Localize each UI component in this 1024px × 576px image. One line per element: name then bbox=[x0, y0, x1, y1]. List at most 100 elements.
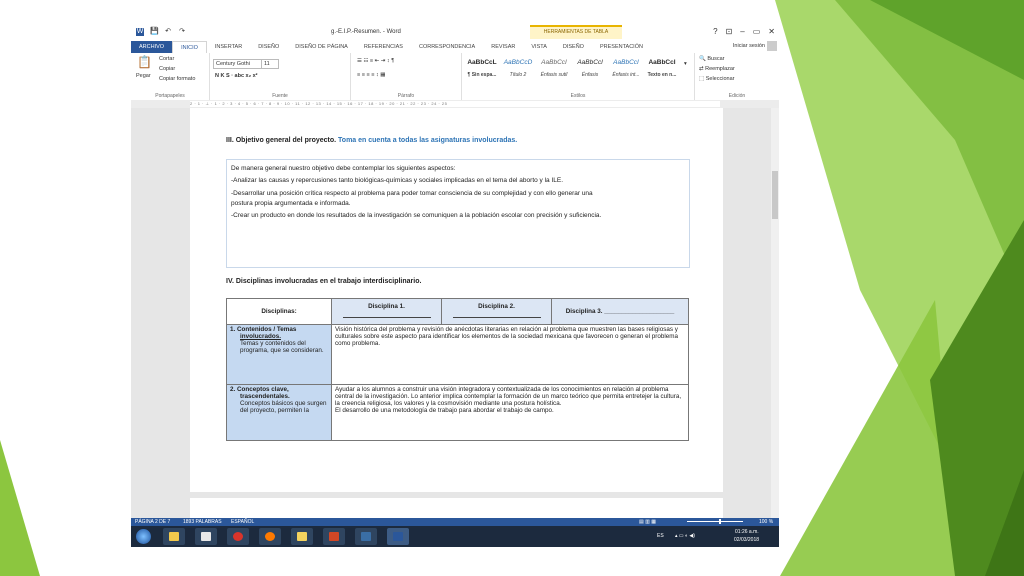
zoom-slider-knob[interactable] bbox=[719, 519, 721, 524]
taskbar-firefox-icon[interactable] bbox=[259, 528, 281, 545]
tray-date[interactable]: 02/03/2018 bbox=[734, 537, 759, 543]
tray-icons[interactable]: ▴ ▭ ◐ ◀) bbox=[675, 533, 695, 539]
page-count[interactable]: PÁGINA 2 DE 7 bbox=[135, 518, 170, 526]
tab-diseno[interactable]: DISEÑO bbox=[250, 41, 287, 53]
style-titulo-2[interactable]: AaBbCcD Título 2 bbox=[500, 59, 536, 81]
taskbar-word-icon[interactable] bbox=[387, 528, 409, 545]
tab-presentacion[interactable]: PRESENTACIÓN bbox=[592, 41, 651, 53]
table-header-cell[interactable]: Disciplina 1. bbox=[331, 298, 442, 325]
help-icon[interactable]: ? bbox=[713, 27, 717, 36]
paragraph-group: ☰ ☷ ≡ ⇤ ⇥ ↕ ¶ ≡ ≡ ≡ ≡ ↕ ▦ Párrafo bbox=[351, 53, 462, 100]
tray-time[interactable]: 01:26 a.m. bbox=[735, 529, 759, 535]
scrollbar-thumb[interactable] bbox=[772, 171, 778, 219]
avatar[interactable] bbox=[767, 41, 777, 51]
taskbar-chrome-icon[interactable] bbox=[227, 528, 249, 545]
undo-icon[interactable]: ↶ bbox=[164, 28, 172, 36]
status-bar: PÁGINA 2 DE 7 1893 PALABRAS ESPAÑOL ▤ ▥ … bbox=[131, 518, 779, 526]
paragraph-label: Párrafo bbox=[397, 93, 415, 99]
zoom-slider[interactable] bbox=[687, 521, 743, 522]
taskbar-window-icon[interactable] bbox=[355, 528, 377, 545]
objective-text-box[interactable]: De manera general nuestro objetivo debe … bbox=[226, 159, 690, 268]
list-icons[interactable]: ☰ ☷ ≡ ⇤ ⇥ ↕ ¶ bbox=[357, 58, 394, 64]
vertical-scrollbar[interactable] bbox=[771, 108, 779, 518]
tab-referencias[interactable]: REFERENCIAS bbox=[356, 41, 411, 53]
signin-link[interactable]: Iniciar sesión bbox=[733, 43, 765, 49]
tab-insertar[interactable]: INSERTAR bbox=[207, 41, 250, 53]
styles-label: Estilos bbox=[570, 93, 586, 99]
clipboard-group: 📋 Pegar Cortar Copiar Copiar formato Por… bbox=[131, 53, 210, 100]
style-enfasis[interactable]: AaBbCcl Énfasis bbox=[572, 59, 608, 81]
horizontal-ruler[interactable]: 2 · 1 · ⊥ · 1 · 2 · 3 · 4 · 5 · 6 · 7 · … bbox=[131, 100, 779, 108]
taskbar-icon-glyph bbox=[361, 532, 371, 541]
zoom-level[interactable]: 100 % bbox=[759, 518, 773, 526]
table-header-row: Disciplinas: Disciplina 1. Disciplina 2.… bbox=[226, 298, 689, 325]
tab-diseno-tabla[interactable]: DISEÑO bbox=[555, 41, 592, 53]
font-group: Century Gothi 11 N K S · abc x₂ x² Fuent… bbox=[210, 53, 351, 100]
style-sin-espaciado[interactable]: AaBbCcL ¶ Sin espa... bbox=[464, 59, 500, 81]
next-page-top[interactable] bbox=[190, 498, 723, 518]
select-button[interactable]: ⬚ Seleccionar bbox=[699, 76, 734, 82]
table-cell[interactable]: Ayudar a los alumnos a construir una vis… bbox=[331, 384, 689, 441]
ruler-scale: 2 · 1 · ⊥ · 1 · 2 · 3 · 4 · 5 · 6 · 7 · … bbox=[190, 101, 720, 107]
section-3-hint: Toma en cuenta a todas las asignaturas i… bbox=[338, 137, 518, 144]
table-row-header[interactable]: 2. Conceptos clave, trascendentales. Con… bbox=[226, 384, 332, 441]
taskbar-icon-glyph bbox=[169, 532, 179, 541]
tab-inicio[interactable]: INICIO bbox=[172, 41, 207, 53]
word-count[interactable]: 1893 PALABRAS bbox=[183, 518, 222, 526]
taskbar-explorer-icon[interactable] bbox=[163, 528, 185, 545]
table-tools-label: HERRAMIENTAS DE TABLA bbox=[530, 25, 622, 39]
taskbar-powerpoint-icon[interactable] bbox=[323, 528, 345, 545]
table-header-cell[interactable]: Disciplinas: bbox=[226, 298, 332, 325]
disciplines-table: Disciplinas: Disciplina 1. Disciplina 2.… bbox=[226, 298, 689, 441]
objective-line: -Crear un producto en donde los resultad… bbox=[231, 212, 602, 219]
style-texto-negrita[interactable]: AaBbCcI Texto en n... bbox=[644, 59, 680, 81]
tray-language[interactable]: ES bbox=[657, 533, 664, 539]
blank-line bbox=[342, 316, 431, 318]
start-button[interactable] bbox=[136, 529, 151, 544]
table-cell[interactable]: Visión histórica del problema y revisión… bbox=[331, 324, 689, 385]
cut-button[interactable]: Cortar bbox=[159, 56, 174, 62]
tab-vista[interactable]: VISTA bbox=[523, 41, 555, 53]
tab-correspondencia[interactable]: CORRESPONDENCIA bbox=[411, 41, 483, 53]
style-enfasis-sutil[interactable]: AaBbCcI Énfasis sutil bbox=[536, 59, 572, 81]
language-status[interactable]: ESPAÑOL bbox=[231, 518, 254, 526]
find-button[interactable]: 🔍 Buscar bbox=[699, 56, 725, 62]
taskbar-folder-icon[interactable] bbox=[291, 528, 313, 545]
save-icon[interactable]: 💾 bbox=[150, 28, 159, 36]
document-page[interactable]: III. Objetivo general del proyecto. Toma… bbox=[190, 108, 723, 492]
table-header-cell[interactable]: Disciplina 3. ____________________ bbox=[551, 298, 689, 325]
taskbar-media-icon[interactable] bbox=[195, 528, 217, 545]
tab-revisar[interactable]: REVISAR bbox=[483, 41, 523, 53]
ribbon-display-icon[interactable]: ⊡ bbox=[726, 27, 733, 36]
taskbar-icon-glyph bbox=[297, 532, 307, 541]
font-format-buttons[interactable]: N K S · abc x₂ x² bbox=[215, 73, 257, 79]
table-header-cell[interactable]: Disciplina 2. bbox=[441, 298, 552, 325]
taskbar-icon-glyph bbox=[201, 532, 211, 541]
font-size-select[interactable]: 11 bbox=[261, 59, 279, 69]
table-row: 2. Conceptos clave, trascendentales. Con… bbox=[226, 384, 689, 441]
format-painter-button[interactable]: Copiar formato bbox=[159, 76, 195, 82]
paste-button[interactable]: Pegar bbox=[136, 73, 151, 79]
taskbar-icon-glyph bbox=[329, 532, 339, 541]
maximize-icon[interactable]: ▭ bbox=[753, 27, 761, 36]
style-enfasis-intenso[interactable]: AaBbCcI Énfasis int... bbox=[608, 59, 644, 81]
font-name-select[interactable]: Century Gothi bbox=[213, 59, 262, 69]
table-row-header[interactable]: 1. Contenidos / Temas involucrados. Tema… bbox=[226, 324, 332, 385]
copy-button[interactable]: Copiar bbox=[159, 66, 175, 72]
styles-more-icon[interactable]: ▾ bbox=[684, 61, 687, 67]
section-4-heading: IV. Disciplinas involucradas en el traba… bbox=[226, 278, 422, 285]
select-icon: ⬚ bbox=[699, 76, 705, 82]
close-icon[interactable]: ✕ bbox=[768, 27, 775, 36]
tab-diseno-pagina[interactable]: DISEÑO DE PÁGINA bbox=[287, 41, 356, 53]
quick-access-toolbar: W 💾 ↶ ↷ bbox=[136, 28, 186, 36]
replace-button[interactable]: ⇄ Reemplazar bbox=[699, 66, 735, 72]
taskbar-icon-glyph bbox=[393, 532, 403, 541]
align-icons[interactable]: ≡ ≡ ≡ ≡ ↕ ▦ bbox=[357, 72, 385, 78]
document-title: g.-E.I.P.-Resumen. - Word bbox=[331, 29, 401, 35]
word-logo-icon: W bbox=[136, 28, 144, 36]
tab-archivo[interactable]: ARCHIVO bbox=[131, 41, 173, 53]
view-mode-icons[interactable]: ▤ ▥ ▦ bbox=[639, 518, 656, 526]
minimize-icon[interactable]: – bbox=[740, 27, 744, 36]
paste-icon[interactable]: 📋 bbox=[137, 55, 152, 69]
redo-icon[interactable]: ↷ bbox=[178, 28, 186, 36]
